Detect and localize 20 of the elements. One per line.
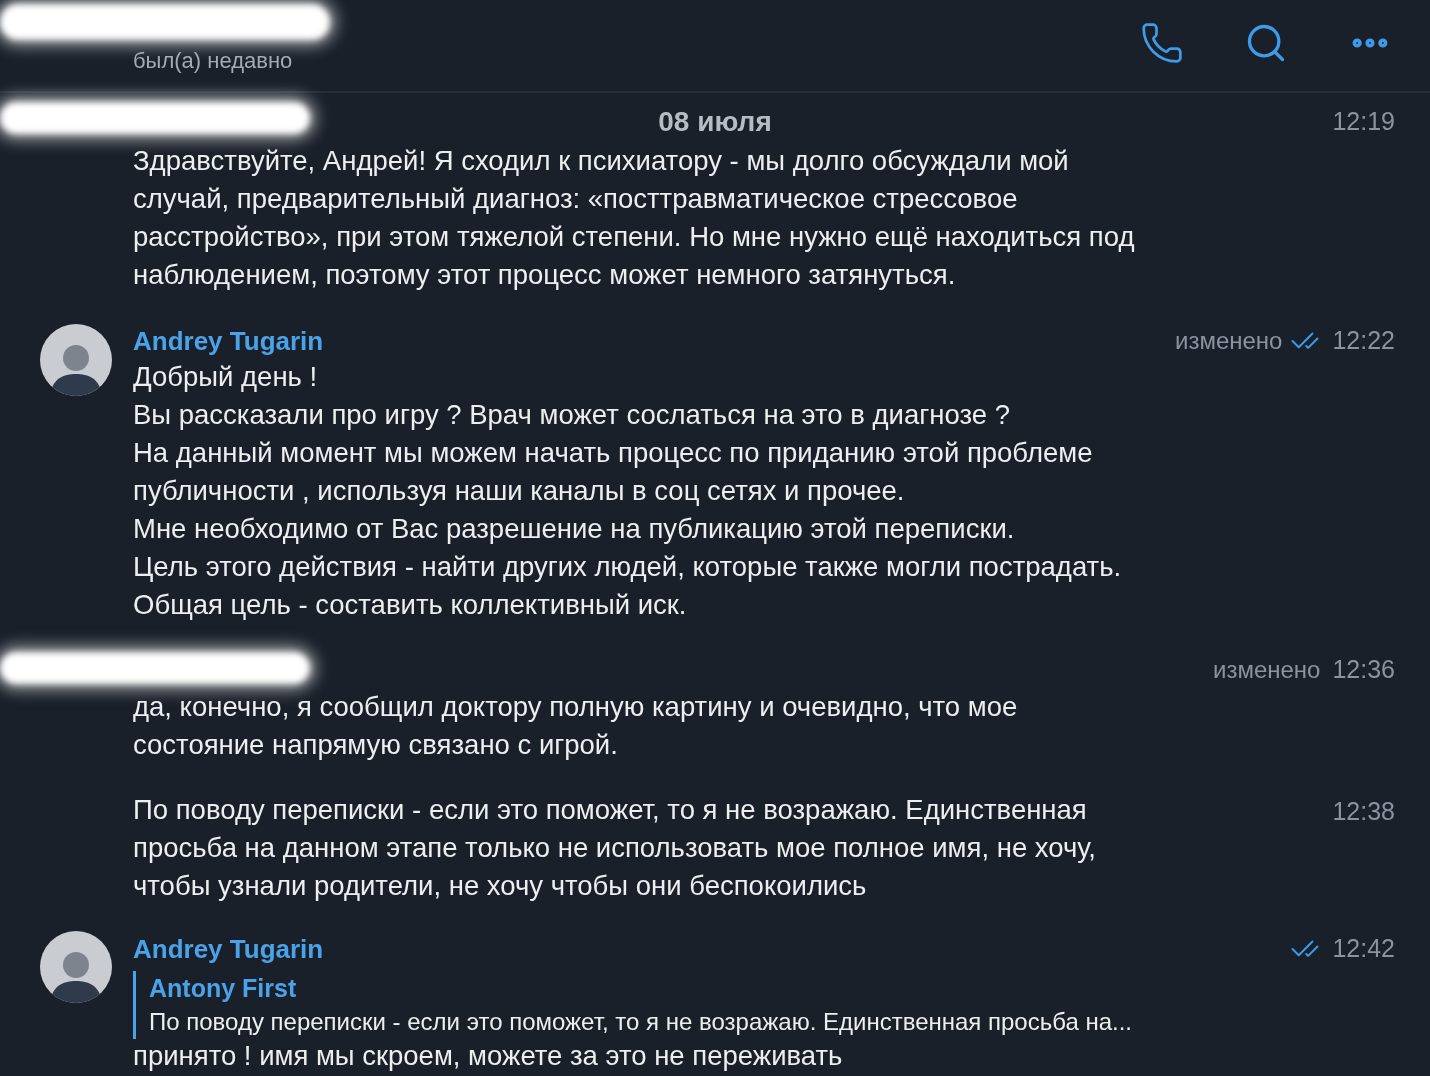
edited-label: изменено: [1174, 326, 1283, 356]
message-time: 12:36: [1332, 654, 1395, 686]
message-text: Здравствуйте, Андрей! Я сходил к психиатору - мы долго обсуждали мой случай, предварительный диагноз: «посттравматическое стрессовое расстройство», при этом тяжелой степени. Но мне нужно ещё находиться под наблюдением, поэтому этот процесс может немного затянуться.: [133, 144, 1136, 292]
date-separator: 08 июля: [658, 104, 772, 139]
message-text: да, конечно, я сообщил доктору полную картину и очевидно, что мое состояние напрямую связано с игрой.: [133, 690, 1019, 762]
message-time: 12:38: [1332, 796, 1395, 827]
message-time: 12:42: [1332, 933, 1395, 965]
sender-name[interactable]: Andrey Tugarin: [133, 929, 324, 969]
reply-quote[interactable]: Antony First По поводу переписки - если это поможет, то я не возражаю. Единственная просьба на...: [133, 971, 1395, 1039]
last-seen-status: был(а) недавно: [133, 47, 293, 75]
reply-author: Antony First: [149, 973, 298, 1004]
edited-label: изменено: [1212, 655, 1321, 685]
message-text: Добрый день ! Вы рассказали про игру ? Врач может сослаться на это в диагнозе ? На данный момент мы можем начать процесс по приданию этой проблеме публичности , используя наши каналы в соц сетях и прочее. Мне необходимо от Вас разрешение на публикацию этой переписки. Цель этого действия - найти других людей, которые также могли пострадать. Общая цель - составить коллективный иск.: [133, 360, 1123, 622]
message-time: 12:19: [1332, 106, 1395, 138]
message-time: 12:22: [1332, 325, 1395, 357]
reply-text: По поводу переписки - если это поможет, то я не возражаю. Единственная просьба на...: [149, 1007, 1134, 1037]
message-text: По поводу переписки - если это поможет, то я не возражаю. Единственная просьба на данном этапе только не использовать мое полное имя, не хочу, чтобы узнали родители, не хочу чтобы они беспокоились: [133, 793, 1096, 903]
message-text: принято ! имя мы скроем, можете за это не переживать: [133, 1039, 844, 1073]
sender-name[interactable]: Andrey Tugarin: [133, 321, 324, 361]
phone-icon[interactable]: [1140, 20, 1184, 65]
